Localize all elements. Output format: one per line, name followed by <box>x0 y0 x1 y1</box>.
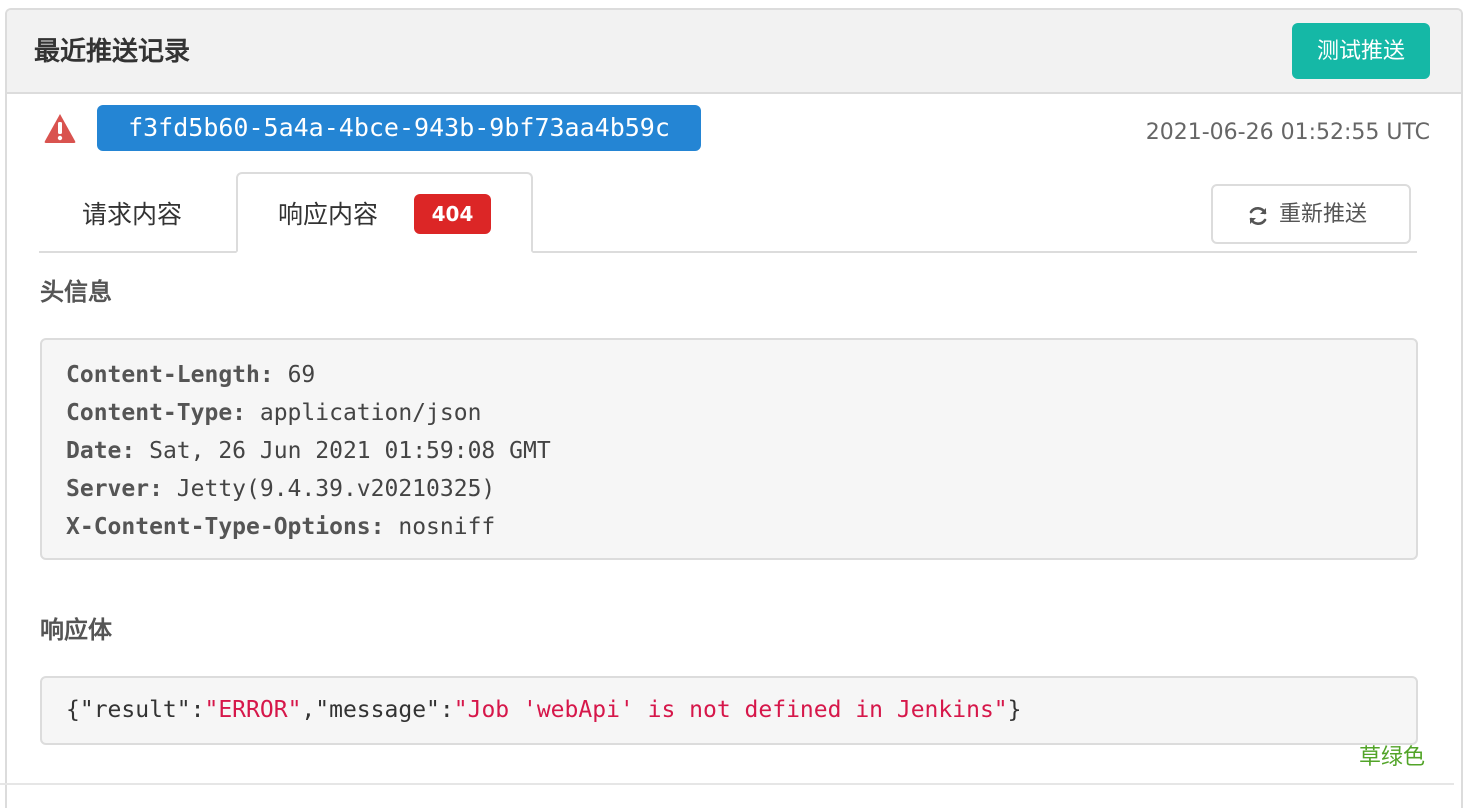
json-token: {"result": <box>66 697 205 723</box>
test-push-button[interactable]: 测试推送 <box>1292 23 1430 79</box>
header-line: Content-Type: application/json <box>66 394 1392 432</box>
json-token: } <box>1007 697 1022 723</box>
resend-button-label: 重新推送 <box>1279 201 1368 226</box>
tab-request-content[interactable]: 请求内容 <box>82 198 182 232</box>
status-code-badge: 404 <box>414 194 491 234</box>
headers-section-title: 头信息 <box>40 278 112 306</box>
resend-button[interactable]: 重新推送 <box>1211 184 1411 244</box>
delivery-id-badge[interactable]: f3fd5b60-5a4a-4bce-943b-9bf73aa4b59c <box>97 105 701 151</box>
theme-switch-link[interactable]: 草绿色 <box>1359 743 1425 773</box>
json-token: ,"message": <box>301 697 454 723</box>
json-token: "ERROR" <box>204 697 302 723</box>
header-key: Server: <box>66 476 163 502</box>
header-line: X-Content-Type-Options: nosniff <box>66 508 1392 546</box>
header-value: nosniff <box>384 514 496 540</box>
header-value: application/json <box>246 400 482 426</box>
header-line: Content-Length: 69 <box>66 356 1392 394</box>
header-line: Date: Sat, 26 Jun 2021 01:59:08 GMT <box>66 432 1392 470</box>
panel-header: 最近推送记录 测试推送 <box>7 10 1461 94</box>
tab-response-label: 响应内容 <box>278 200 379 229</box>
header-key: Content-Type: <box>66 400 247 426</box>
json-token: "Job 'webApi' is not defined in Jenkins" <box>453 697 1008 723</box>
header-value: Jetty(9.4.39.v20210325) <box>162 476 496 502</box>
response-body-box: {"result":"ERROR","message":"Job 'webApi… <box>40 676 1418 745</box>
header-key: Content-Length: <box>66 362 274 388</box>
panel-title: 最近推送记录 <box>34 37 191 67</box>
refresh-icon <box>1249 207 1267 225</box>
header-line: Server: Jetty(9.4.39.v20210325) <box>66 470 1392 508</box>
header-key: Date: <box>66 438 136 464</box>
header-key: X-Content-Type-Options: <box>66 514 385 540</box>
response-headers-box: Content-Length: 69 Content-Type: applica… <box>40 338 1418 560</box>
header-value: Sat, 26 Jun 2021 01:59:08 GMT <box>135 438 551 464</box>
delivery-timestamp: 2021-06-26 01:52:55 UTC <box>1145 120 1430 145</box>
bottom-divider <box>0 783 1454 785</box>
header-value: 69 <box>273 362 316 388</box>
body-section-title: 响应体 <box>40 616 112 644</box>
warning-triangle-icon <box>44 114 76 143</box>
tab-response-content[interactable]: 响应内容 404 <box>236 172 533 253</box>
